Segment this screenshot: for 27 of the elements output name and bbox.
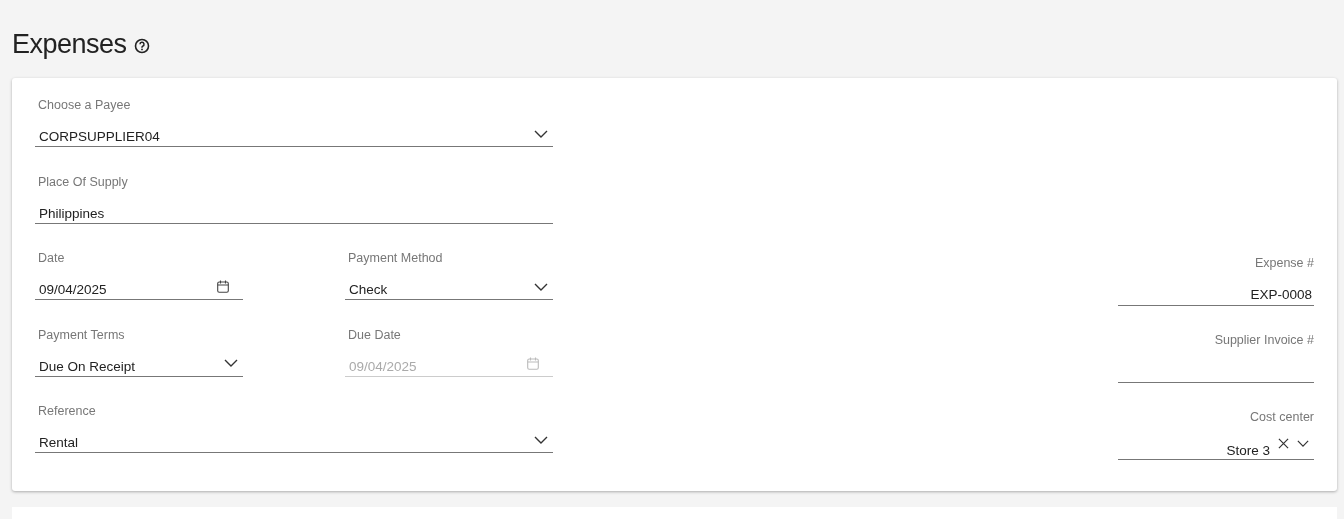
field-label: Cost center — [1249, 410, 1314, 424]
date-field[interactable]: 09/04/2025 — [35, 274, 243, 300]
field-label: Place Of Supply — [37, 174, 129, 189]
input-field[interactable]: EXP-0008 — [1118, 278, 1314, 306]
page-title: Expenses — [12, 28, 127, 60]
dropdown-field[interactable]: Rental — [35, 427, 553, 453]
dropdown-field[interactable]: Due On Receipt — [35, 350, 243, 377]
field-label: Reference — [37, 404, 97, 418]
chevron-down-icon[interactable] — [534, 282, 548, 291]
field-label: Expense # — [1253, 256, 1314, 270]
field-label: Supplier Invoice # — [1213, 333, 1314, 347]
field-label: Due Date — [347, 327, 402, 342]
dropdown-field[interactable]: Store 3 — [1118, 432, 1314, 460]
field-label: Payment Terms — [37, 327, 126, 342]
field-label: Payment Method — [347, 251, 444, 265]
dropdown-field[interactable]: Check — [345, 274, 553, 300]
clear-icon[interactable] — [1278, 438, 1289, 449]
field-label: Date — [37, 251, 66, 265]
input-field[interactable]: Philippines — [35, 197, 553, 224]
calendar-icon[interactable] — [217, 280, 229, 293]
field-label: Choose a Payee — [37, 98, 132, 112]
dropdown-field[interactable]: CORPSUPPLIER04 — [35, 121, 553, 147]
chevron-down-icon[interactable] — [224, 359, 238, 367]
chevron-down-icon[interactable] — [1297, 440, 1309, 447]
help-icon[interactable] — [133, 38, 150, 54]
chevron-down-icon[interactable] — [534, 129, 548, 138]
chevron-down-icon[interactable] — [534, 435, 548, 444]
